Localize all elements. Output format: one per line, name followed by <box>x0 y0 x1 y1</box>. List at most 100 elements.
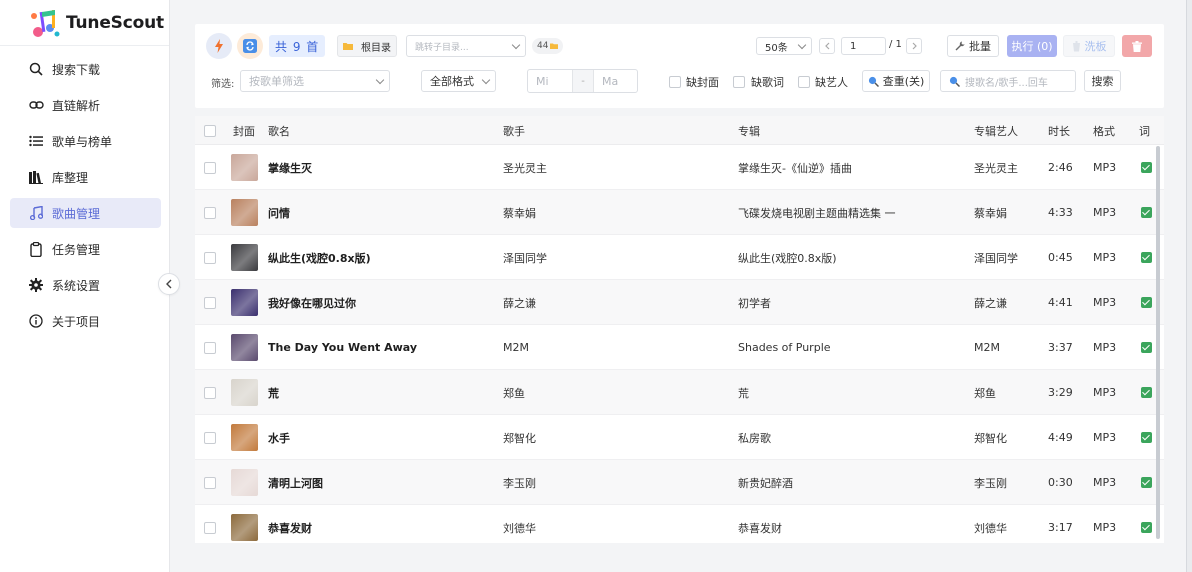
dedupe-label: 查重(关) <box>882 75 925 88</box>
song-title: 纵此生(戏腔0.8x版) <box>268 251 371 265</box>
page-number-input[interactable]: 1 <box>841 37 886 55</box>
row-checkbox[interactable] <box>204 251 216 264</box>
table-row[interactable]: The Day You Went Away M2M Shades of Purp… <box>195 325 1164 370</box>
row-checkbox[interactable] <box>204 476 216 489</box>
subdirectory-select[interactable]: 跳转子目录... <box>406 35 526 57</box>
wash-button[interactable]: 洗板 <box>1063 35 1115 57</box>
song-artist: 泽国同学 <box>503 251 547 265</box>
song-album: Shades of Purple <box>738 341 831 354</box>
table-row[interactable]: 问情 蔡幸娟 飞碟发烧电视剧主题曲精选集 一 蔡幸娟 4:33 MP3 <box>195 190 1164 235</box>
song-format: MP3 <box>1093 476 1117 489</box>
page-size-select[interactable]: 50条 <box>756 37 812 55</box>
sidebar-item-search-download[interactable]: 搜索下载 <box>10 54 161 84</box>
table-row[interactable]: 纵此生(戏腔0.8x版) 泽国同学 纵此生(戏腔0.8x版) 泽国同学 0:45… <box>195 235 1164 280</box>
chevron-down-icon <box>375 75 385 84</box>
chevron-right-icon <box>912 42 917 50</box>
lyrics-check-icon <box>1141 207 1152 218</box>
missing-lyrics-label: 缺歌词 <box>751 76 784 89</box>
song-album-artist: 薛之谦 <box>974 296 1007 310</box>
album-cover-image <box>231 154 258 181</box>
header-cover: 封面 <box>233 124 255 138</box>
row-checkbox[interactable] <box>204 341 216 354</box>
table-row[interactable]: 清明上河图 李玉刚 新贵妃醉酒 李玉刚 0:30 MP3 <box>195 460 1164 505</box>
song-format: MP3 <box>1093 251 1117 264</box>
table-row[interactable]: 掌缘生灭 圣光灵主 掌缘生灭-《仙逆》插曲 圣光灵主 2:46 MP3 <box>195 145 1164 190</box>
table-row[interactable]: 我好像在哪见过你 薛之谦 初学者 薛之谦 4:41 MP3 <box>195 280 1164 325</box>
table-header: 封面 歌名 歌手 专辑 专辑艺人 时长 格式 词 <box>195 116 1164 145</box>
sidebar-item-about[interactable]: 关于项目 <box>10 306 161 336</box>
header-format[interactable]: 格式 <box>1093 116 1115 145</box>
song-title: 清明上河图 <box>268 476 323 490</box>
header-duration[interactable]: 时长 <box>1048 116 1070 145</box>
sidebar-item-label: 直链解析 <box>52 98 101 113</box>
app-name: TuneScout <box>66 12 164 33</box>
row-checkbox[interactable] <box>204 431 216 444</box>
album-cover-image <box>231 244 258 271</box>
sidebar-item-task-management[interactable]: 任务管理 <box>10 234 161 264</box>
delete-button[interactable] <box>1122 35 1152 57</box>
header-album-artist[interactable]: 专辑艺人 <box>974 116 1018 145</box>
row-checkbox[interactable] <box>204 521 216 534</box>
header-lyrics: 词 <box>1139 124 1150 138</box>
refresh-icon <box>243 39 257 53</box>
sidebar-item-label: 系统设置 <box>52 278 101 293</box>
missing-cover-checkbox[interactable] <box>669 76 681 88</box>
format-filter-select[interactable]: 全部格式 <box>421 70 496 92</box>
row-checkbox[interactable] <box>204 386 216 399</box>
header-title[interactable]: 歌名 <box>268 116 290 145</box>
cup-icon <box>1072 40 1080 51</box>
lyrics-check-icon <box>1141 432 1152 443</box>
missing-cover-label: 缺封面 <box>686 76 719 89</box>
folder-count-pill: 44 <box>532 38 564 54</box>
search-input[interactable]: 搜歌名/歌手...回车 <box>940 70 1076 92</box>
duration-min-input[interactable]: Mi <box>528 75 572 88</box>
link-icon <box>28 97 44 113</box>
header-album[interactable]: 专辑 <box>738 116 760 145</box>
table-row[interactable]: 恭喜发财 刘德华 恭喜发财 刘德华 3:17 MP3 <box>195 505 1164 543</box>
song-album: 初学者 <box>738 296 771 310</box>
song-album-artist: 蔡幸娟 <box>974 206 1007 220</box>
chevron-down-icon <box>797 40 807 49</box>
header-artist[interactable]: 歌手 <box>503 116 525 145</box>
sidebar-item-library[interactable]: 库整理 <box>10 162 161 192</box>
songs-table: 封面 歌名 歌手 专辑 专辑艺人 时长 格式 词 掌缘生灭 圣光灵主 掌缘生灭-… <box>195 116 1164 543</box>
duration-max-input[interactable]: Ma <box>594 75 618 88</box>
root-directory-button[interactable]: 根目录 <box>337 35 397 57</box>
root-directory-label: 根目录 <box>361 42 391 54</box>
song-title: 掌缘生灭 <box>268 161 312 175</box>
playlist-filter-select[interactable]: 按歌单筛选 <box>240 70 390 92</box>
song-artist: 郑智化 <box>503 431 536 445</box>
album-cover-image <box>231 379 258 406</box>
sidebar-item-song-management[interactable]: 歌曲管理 <box>10 198 161 228</box>
missing-artist-checkbox[interactable] <box>798 76 810 88</box>
table-row[interactable]: 荒 郑鱼 荒 郑鱼 3:29 MP3 <box>195 370 1164 415</box>
sidebar-item-label: 搜索下载 <box>52 62 101 77</box>
info-icon <box>28 313 44 329</box>
next-page-button[interactable] <box>906 38 922 54</box>
subdirectory-placeholder: 跳转子目录... <box>415 42 469 53</box>
dedupe-toggle-button[interactable]: 查重(关) <box>862 70 930 92</box>
row-checkbox[interactable] <box>204 296 216 309</box>
sidebar-item-direct-link[interactable]: 直链解析 <box>10 90 161 120</box>
album-cover-image <box>231 424 258 451</box>
batch-button[interactable]: 批量 <box>947 35 999 57</box>
song-duration: 0:30 <box>1048 476 1073 489</box>
sidebar-item-label: 歌单与榜单 <box>52 134 113 149</box>
row-checkbox[interactable] <box>204 206 216 219</box>
song-duration: 4:41 <box>1048 296 1073 309</box>
sidebar-collapse-button[interactable] <box>158 273 180 295</box>
search-button[interactable]: 搜索 <box>1084 70 1121 92</box>
select-all-checkbox[interactable] <box>204 124 216 137</box>
quick-action-button[interactable] <box>206 33 232 59</box>
folder-icon <box>550 43 559 49</box>
prev-page-button[interactable] <box>819 38 835 54</box>
sidebar-item-settings[interactable]: 系统设置 <box>10 270 161 300</box>
table-row[interactable]: 水手 郑智化 私房歌 郑智化 4:49 MP3 <box>195 415 1164 460</box>
sidebar-item-playlists[interactable]: 歌单与榜单 <box>10 126 161 156</box>
row-checkbox[interactable] <box>204 161 216 174</box>
table-scrollbar[interactable] <box>1156 146 1160 539</box>
refresh-button[interactable] <box>237 33 263 59</box>
missing-lyrics-checkbox[interactable] <box>733 76 745 88</box>
execute-button[interactable]: 执行 (0) <box>1007 35 1057 57</box>
song-artist: 薛之谦 <box>503 296 536 310</box>
